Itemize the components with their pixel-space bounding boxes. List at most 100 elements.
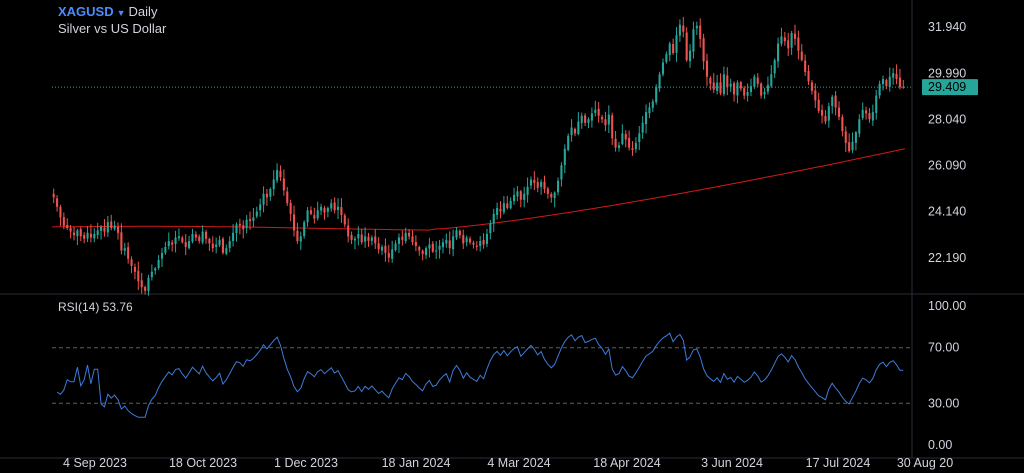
candle-body — [282, 178, 285, 191]
candle-body — [418, 246, 421, 251]
candle-body — [496, 207, 499, 215]
candle-body — [215, 244, 218, 247]
candle-body — [689, 50, 692, 62]
candle-body — [584, 115, 587, 123]
candle-body — [96, 230, 99, 235]
candle-body — [164, 246, 167, 253]
candle-body — [563, 148, 566, 165]
candle-body — [137, 270, 140, 282]
candle-body — [594, 109, 597, 113]
candle-body — [841, 117, 844, 132]
candle-body — [607, 114, 610, 125]
candle-body — [601, 117, 604, 120]
price-tick-label: 22.190 — [928, 251, 966, 265]
candle-body — [736, 82, 739, 96]
candle-body — [658, 74, 661, 89]
candle-body — [309, 210, 312, 214]
candle-body — [516, 191, 519, 197]
candle-body — [350, 235, 353, 240]
candle-body — [773, 60, 776, 74]
candle-body — [326, 207, 329, 212]
moving-average-layer — [51, 148, 906, 231]
candle-body — [533, 179, 536, 184]
candle-body — [472, 242, 475, 245]
date-tick-label: 30 Aug 20 — [897, 456, 953, 470]
candle-body — [885, 80, 888, 87]
candle-body — [211, 243, 214, 249]
candle-body — [299, 236, 302, 242]
candle-body — [898, 77, 901, 88]
candle-body — [414, 241, 417, 246]
candle-body — [157, 259, 160, 269]
candle-body — [543, 181, 546, 190]
candle-body — [604, 119, 607, 126]
candle-body — [529, 179, 533, 186]
candles-layer — [52, 16, 905, 296]
candle-body — [232, 232, 235, 241]
rsi-layer — [52, 332, 912, 418]
candle-body — [716, 82, 719, 91]
candle-body — [793, 33, 797, 39]
candle-body — [248, 219, 252, 221]
candle-body — [770, 74, 773, 86]
candle-body — [780, 36, 783, 44]
candle-body — [553, 192, 556, 199]
candle-body — [661, 62, 665, 75]
candle-body — [191, 233, 194, 242]
candle-body — [468, 238, 472, 243]
last-price-label: 29.409 — [928, 80, 966, 94]
candle-body — [641, 122, 644, 133]
price-tick-label: 26.090 — [928, 159, 966, 173]
candle-body — [475, 245, 478, 247]
candle-body — [719, 82, 722, 94]
candle-body — [800, 51, 803, 61]
candle-body — [651, 101, 654, 108]
candle-body — [743, 88, 746, 96]
price-tick-label: 28.040 — [928, 112, 966, 126]
candle-body — [692, 29, 695, 52]
candle-body — [320, 206, 323, 211]
candle-body — [756, 77, 759, 84]
rsi-tick-label: 70.00 — [928, 341, 959, 355]
candle-body — [556, 180, 560, 193]
candle-body — [431, 243, 434, 252]
candle-body — [844, 131, 847, 143]
candle-body — [807, 70, 810, 82]
candle-body — [66, 224, 69, 229]
candle-body — [705, 60, 709, 77]
candle-body — [624, 133, 627, 140]
candle-body — [733, 83, 736, 95]
candle-body — [526, 186, 529, 195]
candle-body — [181, 237, 184, 243]
candle-body — [763, 92, 766, 95]
candle-body — [242, 225, 245, 230]
candle-body — [580, 115, 583, 123]
candle-body — [360, 234, 363, 243]
candle-body — [567, 135, 570, 150]
candle-body — [401, 236, 404, 240]
candle-body — [881, 79, 885, 85]
price-tick-label: 24.140 — [928, 205, 966, 219]
candle-body — [489, 223, 492, 234]
candle-body — [144, 287, 147, 291]
candle-body — [790, 32, 793, 48]
candle-body — [336, 206, 340, 210]
candle-body — [458, 230, 461, 236]
candle-body — [546, 188, 549, 194]
candle-body — [276, 170, 279, 181]
candle-body — [353, 238, 356, 241]
candle-body — [722, 74, 725, 95]
candle-body — [638, 133, 641, 143]
candle-body — [814, 90, 817, 101]
candle-body — [804, 60, 807, 72]
price-chart[interactable]: 31.940 29.990 28.040 26.090 24.140 22.190 29.4… — [0, 0, 1024, 473]
candle-body — [177, 236, 180, 239]
candle-body — [597, 108, 600, 116]
candle-body — [116, 226, 120, 233]
candle-body — [106, 222, 109, 233]
date-tick-label: 4 Mar 2024 — [487, 456, 550, 470]
candle-body — [228, 241, 231, 248]
price-tick-label: 31.940 — [928, 20, 966, 34]
candle-body — [479, 241, 482, 247]
candle-body — [184, 242, 187, 247]
